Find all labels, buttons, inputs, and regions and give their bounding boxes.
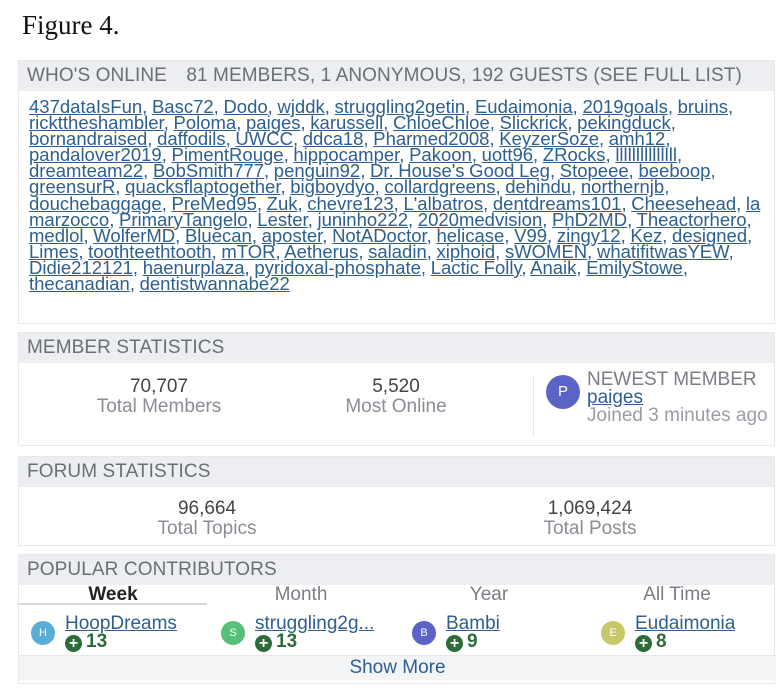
forum-statistics-panel: FORUM STATISTICS 96,664 Total Topics 1,0… [18,456,775,546]
plus-icon: + [635,635,652,652]
contributor-name[interactable]: Eudaimonia [635,614,735,633]
figure-title: Figure 4. [22,10,120,40]
most-online-label: Most Online [345,396,447,417]
tab-year[interactable]: Year [395,585,583,605]
whos-online-panel: WHO'S ONLINE 81 MEMBERS, 1 ANONYMOUS, 19… [18,60,775,324]
popular-contributors-title: POPULAR CONTRIBUTORS [19,555,774,585]
contributor-item: S struggling2g... +13 [221,614,401,655]
online-member-link[interactable]: Anaik [530,257,576,278]
total-topics-value: 96,664 [177,498,237,519]
member-statistics-title: MEMBER STATISTICS [19,333,774,363]
most-online-stat: 5,520 Most Online [296,377,496,417]
newest-member-block: NEWEST MEMBER paiges Joined 3 minutes ag… [587,370,772,426]
member-statistics-panel: MEMBER STATISTICS 70,707 Total Members 5… [18,332,775,446]
contributor-name[interactable]: struggling2g... [255,614,374,633]
online-member-link[interactable]: EmilyStowe [586,257,683,278]
whos-online-header: WHO'S ONLINE 81 MEMBERS, 1 ANONYMOUS, 19… [19,61,774,91]
online-member-link[interactable]: Lactic Folly [431,257,522,278]
contributor-period-tabs: Week Month Year All Time [19,585,776,605]
total-posts-stat: 1,069,424 Total Posts [490,499,690,539]
total-posts-value: 1,069,424 [547,498,633,519]
tab-month[interactable]: Month [207,585,395,605]
online-member-link[interactable]: thecanadian [29,273,130,294]
contributor-score: +8 [635,632,667,652]
total-topics-stat: 96,664 Total Topics [107,499,307,539]
forum-statistics-title: FORUM STATISTICS [19,457,774,487]
whos-online-title: WHO'S ONLINE [27,65,167,86]
contributor-avatar[interactable]: S [221,621,245,645]
total-topics-label: Total Topics [157,518,257,539]
contributor-score: +13 [255,632,297,652]
plus-icon: + [65,635,82,652]
contributor-avatar[interactable]: B [412,621,436,645]
contributor-score: +9 [446,632,478,652]
online-member-link[interactable]: dentistwannabe22 [140,273,290,294]
plus-icon: + [255,635,272,652]
online-member-link[interactable]: bruins [678,96,728,117]
plus-icon: + [446,635,463,652]
contributor-score: +13 [65,632,107,652]
show-more-button[interactable]: Show More [19,655,776,680]
popular-contributors-panel: POPULAR CONTRIBUTORS Week Month Year All… [18,554,776,684]
total-members-value: 70,707 [129,376,189,397]
newest-member-avatar[interactable]: P [546,375,580,409]
contributor-item: B Bambi +9 [412,614,592,655]
tab-all-time[interactable]: All Time [583,585,771,605]
most-online-value: 5,520 [372,376,420,397]
online-member-list: 437dataIsFun, Basc72, Dodo, wjddk, strug… [29,96,761,295]
total-members-stat: 70,707 Total Members [59,377,259,417]
whos-online-summary: 81 MEMBERS, 1 ANONYMOUS, 192 GUESTS (SEE… [186,65,742,86]
tab-week[interactable]: Week [19,585,207,605]
see-full-list-link[interactable]: (SEE FULL LIST) [593,65,742,86]
stats-divider [533,375,534,437]
contributor-avatar[interactable]: E [601,621,625,645]
total-members-label: Total Members [96,396,222,417]
total-posts-label: Total Posts [543,518,637,539]
newest-member-joined: Joined 3 minutes ago [587,405,768,426]
contributor-item: E Eudaimonia +8 [601,614,771,655]
contributor-avatar[interactable]: H [31,621,55,645]
contributor-item: H HoopDreams +13 [31,614,211,655]
contributor-name[interactable]: HoopDreams [65,614,177,633]
